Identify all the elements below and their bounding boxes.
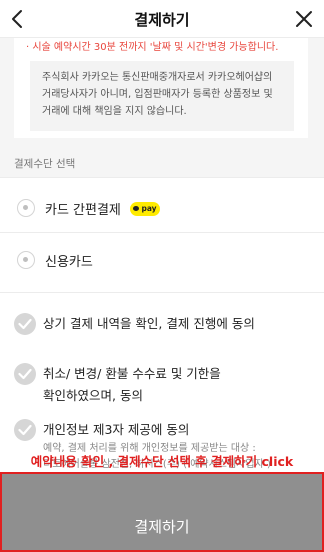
header-bar: 결제하기	[0, 0, 324, 38]
kakaopay-badge: pay	[130, 202, 160, 216]
radio-button[interactable]	[17, 251, 35, 269]
check-icon	[18, 318, 32, 330]
payment-option-kakaopay[interactable]: 카드 간편결제 pay	[0, 183, 324, 233]
change-notice-highlight: 날짜 및 시간	[152, 42, 205, 53]
checkbox[interactable]	[14, 419, 36, 441]
disclaimer-box: 주식회사 카카오는 통신판매중개자로서 카카오헤어샵의 거래당사자가 아니며, …	[30, 61, 294, 131]
agreement-text-line1: 취소/ 변경/ 환불 수수료 및 기한을	[43, 366, 221, 381]
agreement-cancel-policy[interactable]: 취소/ 변경/ 환불 수수료 및 기한을 확인하였으며, 동의	[0, 363, 324, 413]
agreement-third-party-privacy[interactable]: 개인정보 제3자 제공에 동의 예약, 결제 처리를 위해 개인정보를 제공받는…	[0, 419, 324, 479]
payment-section-label: 결제수단 선택	[14, 158, 76, 170]
payment-option-label: 신용카드	[45, 255, 93, 270]
checkbox[interactable]	[14, 313, 36, 335]
payment-option-credit-card[interactable]: 신용카드	[0, 235, 324, 285]
pay-button[interactable]: 결제하기	[0, 472, 324, 552]
change-notice-suffix: '변경 가능합니다.	[204, 42, 279, 53]
agreement-text: 상기 결제 내역을 확인, 결제 진행에 동의	[43, 316, 255, 331]
notice-card: · 시술 예약시간 30분 전까지 '날짜 및 시간'변경 가능합니다. 주식회…	[14, 38, 308, 138]
speech-bubble-icon	[133, 206, 140, 211]
checkbox[interactable]	[14, 363, 36, 385]
agreement-text: 개인정보 제3자 제공에 동의	[43, 422, 190, 437]
instruction-annotation: 예약내용 확인 , 결제수단 선택 후 결제하기 click	[30, 454, 294, 469]
check-icon	[18, 368, 32, 380]
kakaopay-badge-text: pay	[141, 204, 157, 213]
close-icon[interactable]	[292, 7, 316, 31]
payment-option-label: 카드 간편결제	[45, 203, 121, 218]
radio-button[interactable]	[17, 199, 35, 217]
agreement-payment-confirm[interactable]: 상기 결제 내역을 확인, 결제 진행에 동의	[0, 313, 324, 343]
check-icon	[18, 424, 32, 436]
change-notice: · 시술 예약시간 30분 전까지 '날짜 및 시간'변경 가능합니다.	[26, 38, 278, 53]
pay-button-label: 결제하기	[134, 518, 190, 536]
payment-method-list: 카드 간편결제 pay 신용카드	[0, 177, 324, 287]
change-notice-prefix: · 시술 예약시간 30분 전까지 '	[26, 42, 153, 53]
page-title: 결제하기	[134, 11, 190, 29]
agreement-text-line2: 확인하였으며, 동의	[43, 388, 143, 403]
